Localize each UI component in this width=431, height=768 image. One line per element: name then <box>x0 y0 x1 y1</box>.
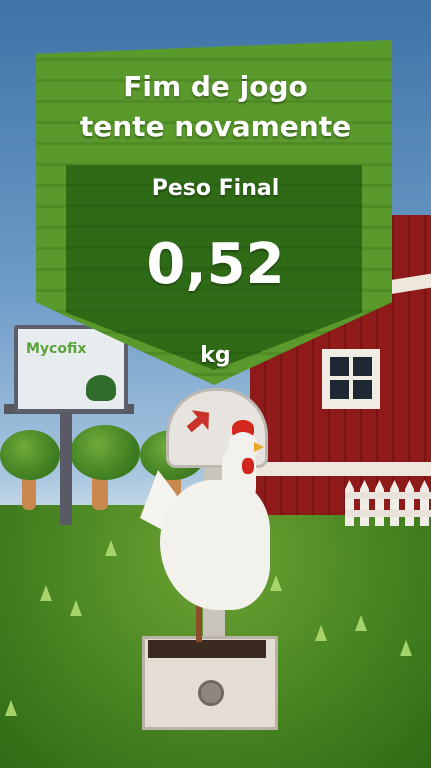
scale-platform <box>148 640 266 658</box>
final-weight-label: Peso Final <box>151 176 280 201</box>
game-over-title: Fim de jogo <box>123 70 308 103</box>
barn-trim <box>250 462 431 476</box>
final-weight-value: 0,52 <box>146 232 285 297</box>
helmet-icon <box>86 375 116 401</box>
game-scene: Mycofix Fim de jogo tente novamente Peso… <box>0 0 431 768</box>
grass-tuft <box>40 585 52 601</box>
grass-tuft <box>105 540 117 556</box>
billboard-post <box>60 405 72 525</box>
white-fence <box>345 480 431 530</box>
grass-tuft <box>70 600 82 616</box>
weight-unit: kg <box>200 343 231 368</box>
chicken-wattle <box>242 458 254 474</box>
chicken-leg <box>196 606 202 642</box>
chicken-beak <box>254 442 264 452</box>
chicken-body <box>160 480 270 610</box>
grass-tuft <box>270 575 282 591</box>
tree <box>0 430 60 480</box>
mycofix-billboard: Mycofix <box>14 325 128 413</box>
grass-tuft <box>315 625 327 641</box>
grass-tuft <box>355 615 367 631</box>
tree <box>70 425 140 480</box>
try-again-subtitle: tente novamente <box>79 110 352 143</box>
grass-tuft <box>400 640 412 656</box>
grass-tuft <box>5 700 17 716</box>
scale-knob <box>198 680 224 706</box>
